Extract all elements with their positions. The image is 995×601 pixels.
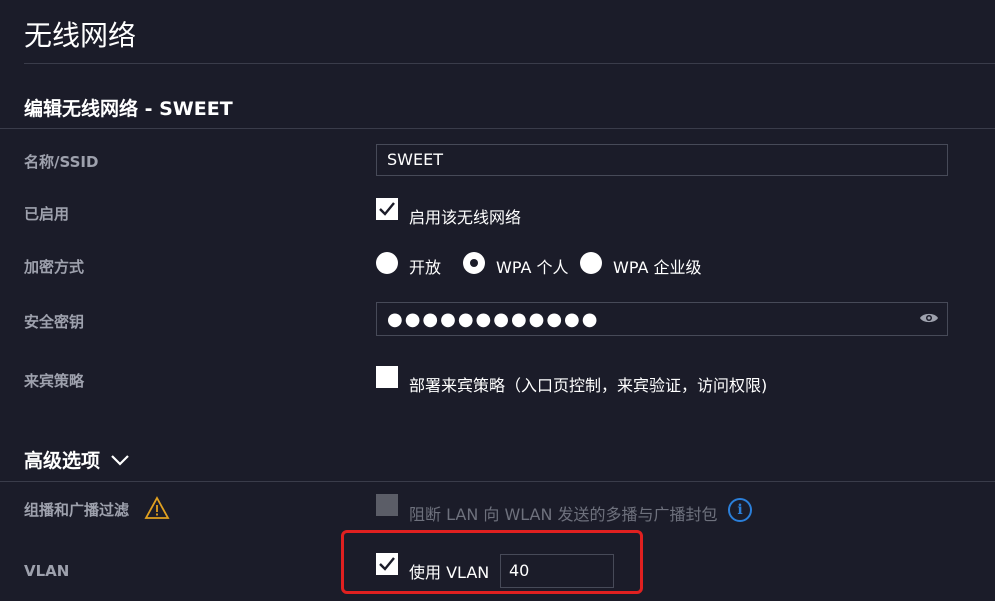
multicast-label: 组播和广播过滤 xyxy=(24,501,130,519)
advanced-divider xyxy=(0,481,995,482)
info-icon[interactable]: i xyxy=(728,498,752,522)
masked-password: ●●●●●●●●●●●● xyxy=(387,308,600,330)
security-key-input[interactable]: ●●●●●●●●●●●● xyxy=(376,302,948,336)
radio-open-label: 开放 xyxy=(409,258,442,277)
warning-icon xyxy=(144,496,170,524)
eye-icon[interactable] xyxy=(919,310,939,329)
enabled-label: 已启用 xyxy=(24,205,70,223)
section-title: 编辑无线网络 - SWEET xyxy=(24,98,233,120)
enabled-checkbox[interactable] xyxy=(376,198,398,220)
vlan-label: VLAN xyxy=(24,562,70,580)
enabled-checkbox-label: 启用该无线网络 xyxy=(409,208,522,227)
radio-open[interactable] xyxy=(376,252,398,274)
chevron-down-icon xyxy=(110,449,130,471)
page-title: 无线网络 xyxy=(24,19,137,52)
guest-label: 来宾策略 xyxy=(24,372,85,390)
radio-wpa-personal-label: WPA 个人 xyxy=(496,258,569,277)
advanced-options-toggle[interactable]: 高级选项 xyxy=(24,446,130,473)
security-label: 加密方式 xyxy=(24,258,85,276)
multicast-checkbox[interactable] xyxy=(376,494,398,516)
info-icon-glyph: i xyxy=(737,502,743,518)
radio-selected-dot xyxy=(470,259,478,267)
section-divider xyxy=(0,128,995,129)
title-divider xyxy=(24,63,995,64)
key-label: 安全密钥 xyxy=(24,313,85,331)
guest-checkbox-label: 部署来宾策略（入口页控制，来宾验证，访问权限) xyxy=(409,376,768,395)
highlight-box xyxy=(341,530,643,594)
multicast-checkbox-label: 阻断 LAN 向 WLAN 发送的多播与广播封包 xyxy=(409,505,718,524)
ssid-input[interactable]: SWEET xyxy=(376,144,948,176)
check-icon xyxy=(379,202,395,216)
advanced-options-title: 高级选项 xyxy=(24,450,101,472)
radio-wpa-personal[interactable] xyxy=(463,252,485,274)
radio-wpa-enterprise[interactable] xyxy=(580,252,602,274)
name-label: 名称/SSID xyxy=(24,153,99,171)
radio-wpa-enterprise-label: WPA 企业级 xyxy=(613,258,702,277)
guest-checkbox[interactable] xyxy=(376,366,398,388)
